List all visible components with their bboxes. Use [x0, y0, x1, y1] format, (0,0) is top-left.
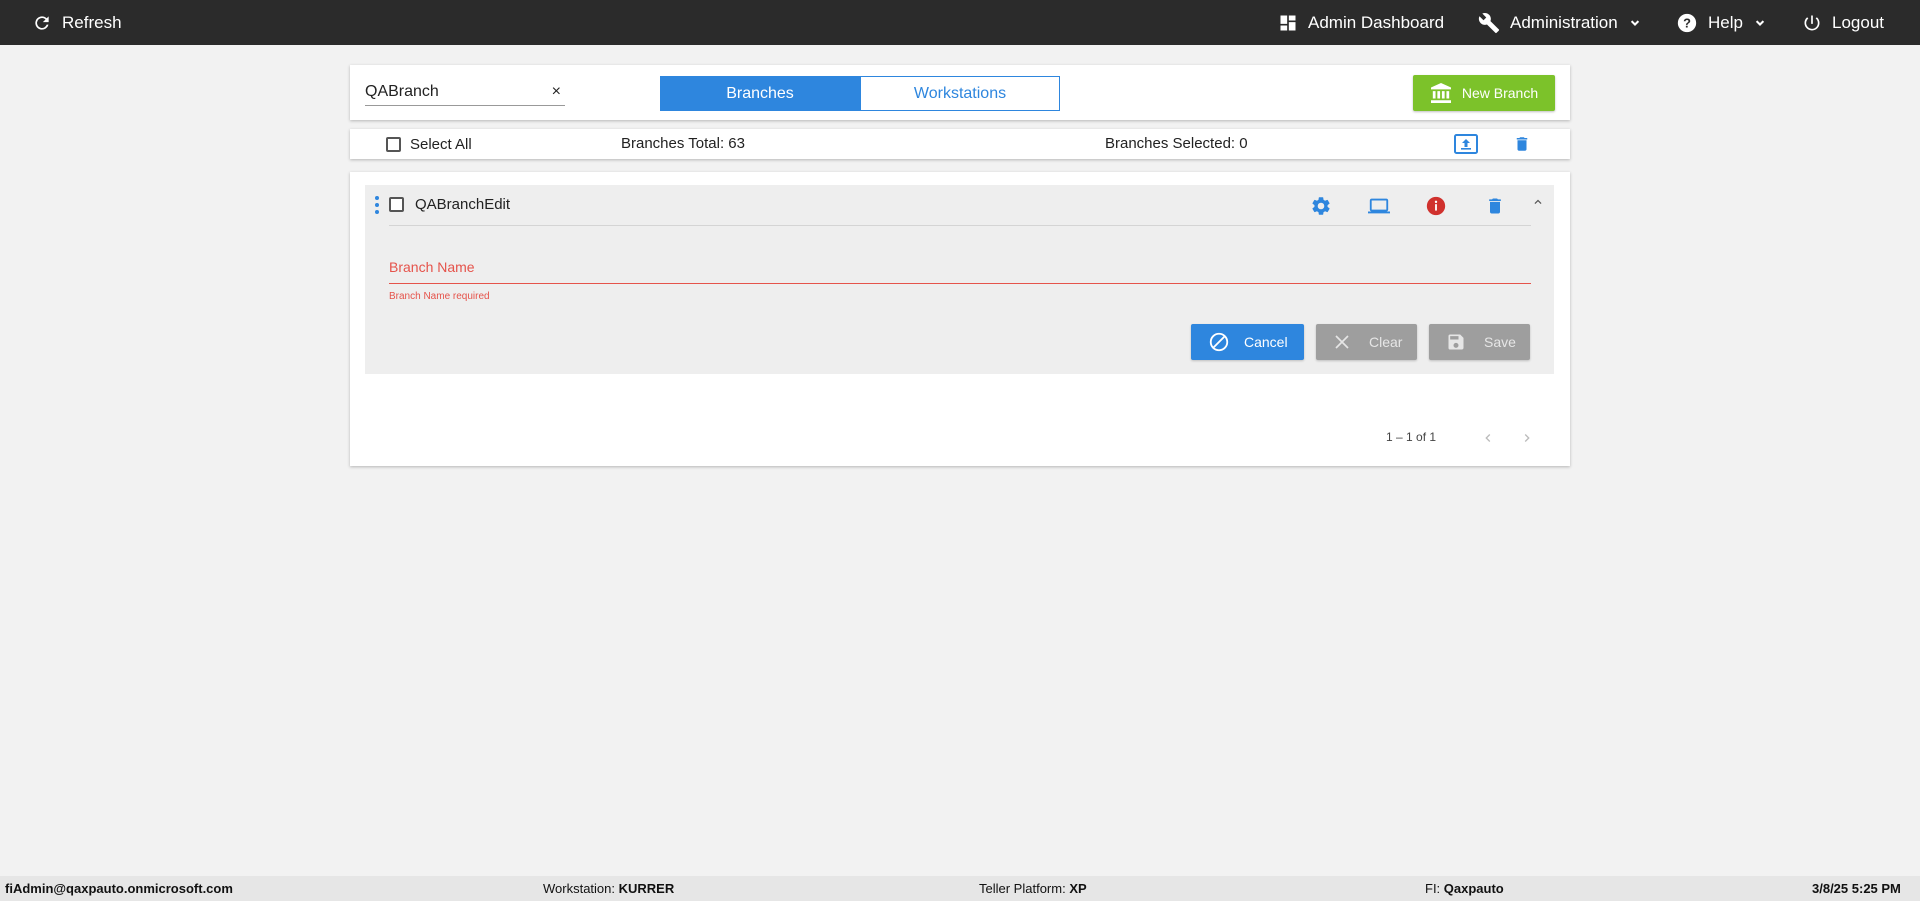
branch-name-label: Branch Name [389, 259, 475, 275]
close-icon [1335, 335, 1349, 349]
footer-user: fiAdmin@qaxpauto.onmicrosoft.com [5, 881, 233, 896]
select-all[interactable]: Select All [386, 136, 472, 153]
refresh-label: Refresh [62, 12, 122, 32]
fi-label: FI: [1425, 881, 1444, 896]
clear-search-button[interactable]: × [552, 83, 561, 101]
dashboard-icon [1280, 15, 1296, 30]
chevron-right-icon[interactable] [1519, 429, 1535, 452]
gear-icon[interactable] [1310, 195, 1332, 222]
tab-workstations[interactable]: Workstations [860, 76, 1060, 111]
teller-platform-value: XP [1069, 881, 1087, 896]
cancel-button[interactable]: Cancel [1191, 324, 1304, 360]
more-vert-icon[interactable] [374, 195, 380, 220]
branch-name-input[interactable] [389, 283, 1531, 284]
bank-icon [1430, 83, 1451, 103]
save-label: Save [1484, 334, 1516, 350]
administration-label: Administration [1510, 12, 1618, 32]
new-branch-label: New Branch [1461, 85, 1539, 101]
branch-item-header: QABranchEdit [389, 185, 1531, 226]
cancel-icon [1209, 332, 1229, 352]
delete-selected-icon[interactable] [1513, 134, 1531, 159]
branch-search-header: × Branches Workstations New Branch [350, 65, 1570, 120]
administration-menu[interactable]: Administration [1478, 0, 1642, 45]
chevron-down-icon [1630, 19, 1639, 26]
refresh-button[interactable]: Refresh [32, 0, 122, 45]
footer-fi: FI: Qaxpauto [1425, 881, 1504, 896]
help-menu[interactable]: ? Help [1676, 0, 1767, 45]
help-icon: ? [1677, 13, 1697, 32]
wrench-icon [1478, 12, 1500, 33]
admin-dashboard-button[interactable]: Admin Dashboard [1278, 0, 1444, 45]
save-icon [1448, 334, 1464, 350]
info-icon[interactable] [1425, 195, 1447, 222]
branch-item-checkbox[interactable] [389, 197, 404, 212]
status-footer: fiAdmin@qaxpauto.onmicrosoft.com Worksta… [0, 876, 1920, 901]
new-branch-button[interactable]: New Branch [1413, 75, 1555, 111]
branch-edit-panel: QABranchEdit Branch Name Branch Name req… [365, 185, 1554, 374]
branch-item-name: QABranchEdit [415, 196, 511, 213]
view-tabs: Branches Workstations [660, 76, 1060, 111]
power-icon [1804, 15, 1820, 30]
chevron-up-icon[interactable] [1531, 195, 1545, 214]
refresh-icon [35, 15, 49, 30]
upload-icon[interactable] [1454, 134, 1478, 159]
footer-teller-platform: Teller Platform: XP [979, 881, 1087, 896]
branches-selected: Branches Selected: 0 [1105, 135, 1248, 152]
logout-label: Logout [1832, 12, 1884, 32]
clear-label: Clear [1369, 334, 1403, 350]
footer-datetime: 3/8/25 5:25 PM [1812, 881, 1901, 896]
chevron-left-icon[interactable] [1480, 429, 1496, 452]
search-input[interactable] [365, 83, 540, 101]
delete-icon[interactable] [1485, 195, 1505, 222]
branch-list: QABranchEdit Branch Name Branch Name req… [350, 172, 1570, 466]
chevron-down-icon [1755, 19, 1765, 26]
admin-dashboard-label: Admin Dashboard [1308, 12, 1445, 32]
top-nav-bar: Refresh Admin Dashboard Administration ?… [0, 0, 1920, 45]
branch-name-error: Branch Name required [389, 291, 490, 302]
footer-workstation: Workstation: KURRER [543, 881, 674, 896]
cancel-label: Cancel [1244, 334, 1288, 350]
fi-value: Qaxpauto [1443, 881, 1504, 896]
tab-branches[interactable]: Branches [660, 76, 860, 111]
svg-text:?: ? [1683, 15, 1691, 30]
save-button[interactable]: Save [1429, 324, 1530, 360]
branches-total: Branches Total: 63 [621, 135, 745, 152]
help-label: Help [1708, 12, 1743, 32]
pagination-range: 1 – 1 of 1 [1386, 430, 1437, 444]
workstation-label: Workstation: [543, 881, 619, 896]
clear-button[interactable]: Clear [1316, 324, 1417, 360]
laptop-icon[interactable] [1367, 195, 1391, 222]
logout-button[interactable]: Logout [1802, 0, 1884, 45]
select-all-label: Select All [410, 136, 472, 153]
workstation-value: KURRER [618, 881, 675, 896]
branches-stats-bar: Select All Branches Total: 63 Branches S… [350, 129, 1570, 159]
search-field: × [365, 79, 565, 106]
teller-platform-label: Teller Platform: [979, 881, 1070, 896]
select-all-checkbox[interactable] [386, 137, 401, 152]
